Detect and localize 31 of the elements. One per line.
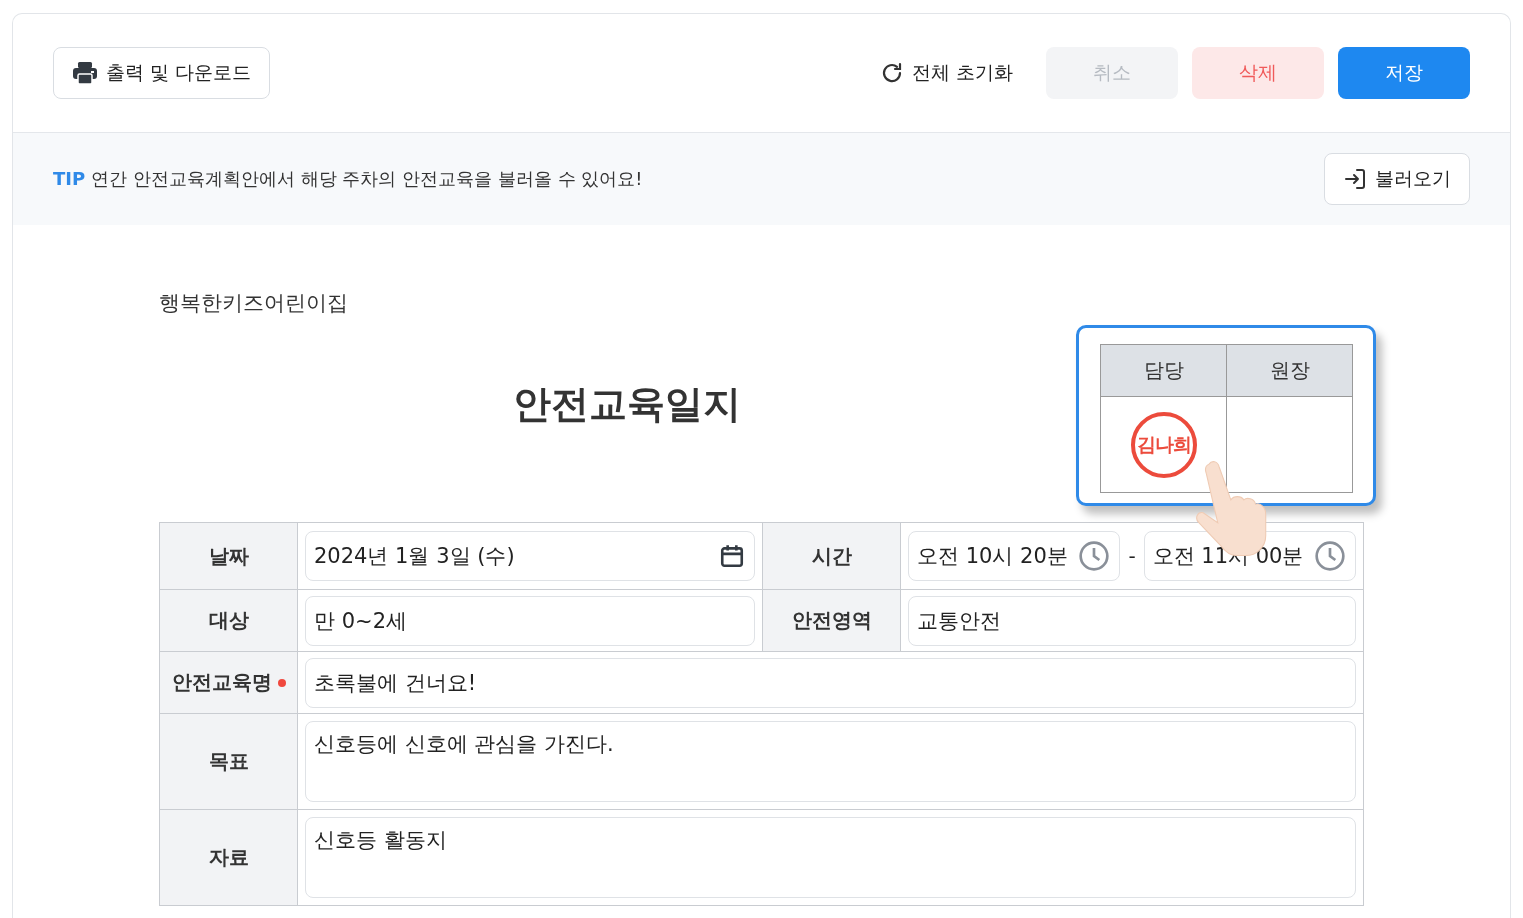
name-stamp: 김나희 — [1130, 411, 1197, 478]
document-title: 안전교육일지 — [511, 381, 742, 428]
field-label: 목표 — [208, 748, 249, 775]
field-label: 안전교육명 — [171, 669, 272, 696]
approval-header: 원장 — [1226, 344, 1353, 397]
approval-header: 담당 — [1100, 344, 1227, 397]
time-separator: - — [1128, 544, 1136, 568]
reset-all-button[interactable]: 전체 초기화 — [860, 47, 1032, 99]
save-button[interactable]: 저장 — [1338, 47, 1470, 99]
goal-field[interactable]: 신호등에 신호에 관심을 가진다. — [305, 721, 1356, 802]
field-label: 대상 — [208, 607, 249, 634]
field-label: 자료 — [208, 844, 249, 871]
field-label: 날짜 — [208, 542, 249, 570]
safety-area-field[interactable]: 교통안전 — [908, 595, 1356, 646]
date-field[interactable]: 2024년 1월 3일 (수) — [305, 531, 755, 581]
field-label: 안전영역 — [791, 607, 872, 634]
clock-icon — [1078, 540, 1111, 572]
load-button[interactable]: 불러오기 — [1324, 153, 1470, 205]
organization-name: 행복한키즈어린이집 — [159, 290, 349, 317]
calendar-icon — [719, 543, 745, 569]
target-field[interactable]: 만 0~2세 — [305, 595, 755, 646]
material-field[interactable]: 신호등 활동지 — [305, 817, 1356, 898]
print-download-button[interactable]: 출력 및 다운로드 — [53, 47, 271, 99]
required-dot — [277, 678, 286, 687]
printer-icon — [72, 61, 98, 85]
tip-message: TIP 연간 안전교육계획안에서 해당 주차의 안전교육을 불러올 수 있어요! — [53, 167, 644, 191]
import-icon — [1343, 167, 1367, 191]
clock-icon — [1314, 540, 1346, 572]
education-name-field[interactable]: 초록불에 건너요! — [305, 657, 1356, 708]
start-time-field[interactable]: 오전 10시 20분 — [908, 531, 1121, 581]
field-label: 시간 — [811, 542, 852, 570]
